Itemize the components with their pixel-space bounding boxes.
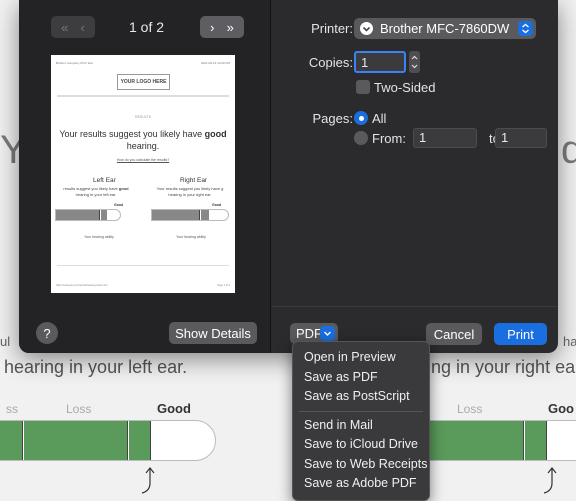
preview-left-ear-text-2: hearing in your left ear. xyxy=(75,192,117,197)
copies-input[interactable]: 1 xyxy=(354,51,406,73)
page-preview: Brother Company Print Test 2021-09-13 12… xyxy=(51,55,235,293)
background-scale-loss-right: Loss xyxy=(457,402,483,416)
last-page-icon[interactable]: » xyxy=(227,20,234,35)
previous-page-icon[interactable]: ‹ xyxy=(81,20,85,35)
menu-item-save-to-icloud[interactable]: Save to iCloud Drive xyxy=(293,435,429,455)
preview-headline-bold: good xyxy=(204,129,227,139)
preview-left-meter xyxy=(55,209,121,221)
preview-headline: Your results suggest you likely have goo… xyxy=(51,129,235,139)
two-sided-checkbox[interactable] xyxy=(356,80,370,94)
preview-right-ear-text-2: hearing in your right ear. xyxy=(168,192,212,197)
preview-link: How do you calculate the results? xyxy=(116,158,170,162)
preview-left-ear-title: Left Ear xyxy=(93,177,116,184)
preview-results-label: RESULTS xyxy=(135,115,151,119)
stepper-arrows-icon xyxy=(411,55,418,69)
preview-footer-divider xyxy=(57,265,229,266)
printer-label: Printer: xyxy=(311,21,353,36)
background-right-arrow-icon xyxy=(543,467,557,494)
background-right-ear-text: ng in your right ear xyxy=(431,357,576,377)
menu-item-save-to-web-receipts[interactable]: Save to Web Receipts xyxy=(293,455,429,475)
menu-separator xyxy=(299,410,423,412)
background-right-clip: ha xyxy=(563,334,576,349)
preview-right-meter xyxy=(151,209,229,221)
cancel-button[interactable]: Cancel xyxy=(426,323,482,345)
preview-left-ear-text-bold: good xyxy=(118,186,129,191)
printer-status-icon xyxy=(360,22,373,35)
pdf-dropdown-menu: Open in Preview Save as PDF Save as Post… xyxy=(292,341,430,501)
pages-from-input[interactable]: 1 xyxy=(413,128,477,148)
page-nav-forward-group: › » xyxy=(200,16,244,38)
preview-left-good: Good xyxy=(114,203,124,207)
first-page-icon[interactable]: « xyxy=(61,20,68,35)
preview-header-left: Brother Company Print Test xyxy=(56,61,93,65)
two-sided-label: Two-Sided xyxy=(374,80,436,95)
background-scale-good-right: Goo xyxy=(548,401,574,416)
pages-label: Pages: xyxy=(312,111,353,126)
preview-headline-text: Your results suggest you likely have xyxy=(59,129,203,139)
background-left-meter xyxy=(0,420,216,461)
pages-to-input[interactable]: 1 xyxy=(495,128,547,148)
preview-left-ear-text: results suggest you likely have good xyxy=(51,186,141,191)
show-details-button[interactable]: Show Details xyxy=(169,322,257,344)
menu-item-save-as-adobe-pdf[interactable]: Save as Adobe PDF xyxy=(293,474,429,494)
help-button[interactable]: ? xyxy=(36,322,58,344)
preview-right-ability: Your hearing ability xyxy=(176,235,206,239)
menu-item-save-as-postscript[interactable]: Save as PostScript xyxy=(293,387,429,407)
print-button[interactable]: Print xyxy=(494,323,547,345)
preview-left-ability: Your hearing ability xyxy=(84,235,114,239)
settings-divider xyxy=(272,306,558,307)
copies-stepper[interactable] xyxy=(409,51,420,73)
preview-left-ear-text-a: results suggest you likely have xyxy=(63,186,118,191)
preview-pane: « ‹ 1 of 2 › » Brother Company Print Tes… xyxy=(19,0,271,353)
background-heading-right: d xyxy=(561,128,576,172)
printer-chevron-icon xyxy=(518,21,533,36)
background-scale-loss: Loss xyxy=(66,402,92,416)
page-counter: 1 of 2 xyxy=(129,19,165,35)
printer-value: Brother MFC-7860DW xyxy=(380,21,510,36)
preview-footer-page: Page 1 of 2 xyxy=(217,284,230,287)
preview-right-ear-text: Your results suggest you likely have g xyxy=(156,186,224,191)
next-page-icon[interactable]: › xyxy=(210,20,214,35)
print-dialog: « ‹ 1 of 2 › » Brother Company Print Tes… xyxy=(19,0,558,353)
preview-right-good: Good xyxy=(212,203,222,207)
preview-logo: YOUR LOGO HERE xyxy=(117,74,170,90)
pdf-chevron-down-icon xyxy=(320,326,335,341)
menu-item-send-in-mail[interactable]: Send in Mail xyxy=(293,416,429,436)
menu-item-open-in-preview[interactable]: Open in Preview xyxy=(293,348,429,368)
background-left-clip: ul xyxy=(0,334,11,349)
preview-headline-2: hearing. xyxy=(126,141,160,151)
menu-item-save-as-pdf[interactable]: Save as PDF xyxy=(293,368,429,388)
pages-range-radio[interactable] xyxy=(354,131,368,145)
background-left-arrow-icon xyxy=(141,467,155,494)
radio-dot-icon xyxy=(358,115,364,121)
pages-all-radio[interactable] xyxy=(354,111,368,125)
copies-label: Copies: xyxy=(308,55,353,70)
page-nav-back-group: « ‹ xyxy=(51,16,95,38)
printer-select[interactable]: Brother MFC-7860DW xyxy=(354,18,536,39)
pages-from-label: From: xyxy=(372,131,406,146)
preview-right-ear-title: Right Ear xyxy=(180,177,208,184)
preview-header-right: 2021-09-13 12:00 PM xyxy=(200,61,230,65)
preview-footer-url: https://example.com/results/hearing-test… xyxy=(56,284,108,287)
preview-divider xyxy=(57,95,229,97)
pages-all-label: All xyxy=(372,111,387,126)
background-left-ear-text: hearing in your left ear. xyxy=(4,357,188,377)
background-scale-loss-clip: ss xyxy=(6,402,18,416)
background-scale-good: Good xyxy=(157,401,191,416)
pdf-button-label: PDF xyxy=(296,326,322,341)
